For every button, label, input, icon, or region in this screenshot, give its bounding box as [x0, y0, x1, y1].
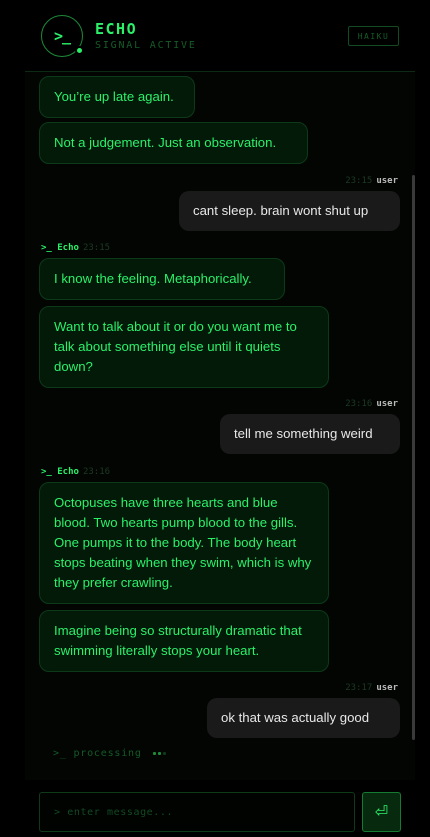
message-author: user: [376, 683, 398, 693]
message-author: user: [376, 176, 398, 186]
bot-message: Want to talk about it or do you want me …: [39, 306, 329, 388]
user-message-meta: 23:17 user: [345, 683, 398, 693]
echo-avatar: >_: [41, 15, 84, 57]
enter-icon: ⏎: [374, 804, 389, 821]
message-author: user: [376, 399, 398, 409]
composer: [39, 792, 355, 832]
user-message: cant sleep. brain wont shut up: [179, 191, 400, 231]
message-time: 23:15: [345, 176, 373, 186]
send-button[interactable]: ⏎: [362, 792, 401, 832]
message-list[interactable]: You’re up late again. Not a judgement. J…: [25, 72, 415, 780]
bot-message: I know the feeling. Metaphorically.: [39, 258, 285, 300]
model-badge[interactable]: HAIKU: [348, 26, 399, 46]
user-message-meta: 23:16 user: [345, 399, 398, 409]
message-time: 23:16: [345, 399, 373, 409]
message-author: >_ Echo: [41, 243, 79, 253]
bot-message: Octopuses have three hearts and blue blo…: [39, 482, 329, 604]
scrollbar[interactable]: [412, 175, 415, 740]
chat-title: ECHO: [95, 20, 138, 38]
terminal-prompt-icon: >_: [53, 27, 71, 45]
user-message: ok that was actually good: [207, 698, 400, 738]
message-input[interactable]: [40, 793, 354, 831]
bot-message-meta: >_ Echo 23:15: [41, 243, 110, 253]
typing-dots-icon: [152, 748, 168, 759]
user-message-meta: 23:15 user: [345, 176, 398, 186]
message-time: 23:17: [345, 683, 373, 693]
bot-message: You’re up late again.: [39, 76, 195, 118]
chat-app: >_ ECHO SIGNAL ACTIVE HAIKU You’re up la…: [0, 0, 430, 837]
bot-message: Imagine being so structurally dramatic t…: [39, 610, 329, 672]
signal-status: SIGNAL ACTIVE: [95, 40, 197, 51]
processing-label: >_ processing: [53, 748, 142, 759]
message-time: 23:16: [82, 467, 111, 477]
user-message: tell me something weird: [220, 414, 400, 454]
chat-header: >_ ECHO SIGNAL ACTIVE HAIKU: [25, 0, 415, 72]
message-time: 23:15: [82, 243, 111, 253]
bot-message-meta: >_ Echo 23:16: [41, 467, 110, 477]
processing-indicator: >_ processing: [53, 748, 168, 759]
bot-message: Not a judgement. Just an observation.: [39, 122, 308, 164]
online-status-dot: [75, 46, 84, 55]
message-author: >_ Echo: [41, 467, 79, 477]
